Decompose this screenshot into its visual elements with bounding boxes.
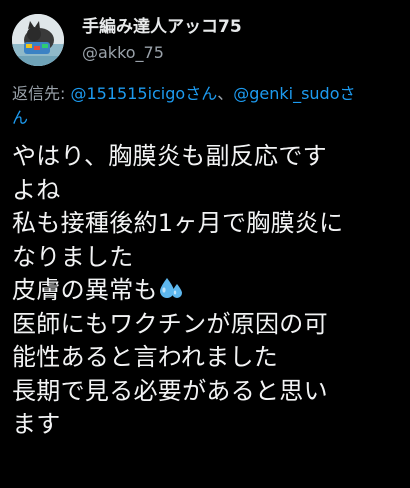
body-line-text: 皮膚の異常も	[12, 276, 158, 304]
reply-separator: 、	[217, 84, 234, 103]
tweet: 手編み達人アッコ75 @akko_75 返信先: @151515icigoさん、…	[0, 0, 410, 488]
author-names: 手編み達人アッコ75 @akko_75	[82, 16, 382, 64]
body-line: 長期で見る必要があると思い	[12, 376, 328, 405]
body-line: 私も接種後約1ヶ月で胸膜炎に	[12, 209, 344, 237]
reply-mention-151515icigo[interactable]: @151515icigoさん	[70, 84, 217, 103]
user-handle[interactable]: @akko_75	[82, 42, 382, 64]
cat-avatar-icon	[12, 14, 64, 66]
reply-prefix: 返信先:	[12, 84, 71, 103]
body-line: 医師にもワクチンが原因の可	[12, 309, 328, 338]
display-name[interactable]: 手編み達人アッコ75	[82, 16, 382, 38]
body-line: 能性あると言われました	[12, 343, 279, 371]
body-line: なりました	[12, 242, 134, 271]
sweat-droplets-icon	[158, 275, 184, 301]
reply-mention-genki-sudo-wrap[interactable]: ん	[12, 108, 28, 127]
body-line: やはり、胸膜炎も副反応です	[12, 142, 327, 170]
avatar[interactable]	[12, 14, 64, 66]
body-line: ます	[12, 410, 61, 438]
reply-to-line: 返信先: @151515icigoさん、@genki_sudoさん	[12, 82, 404, 130]
tweet-body: やはり、胸膜炎も副反応です よね 私も接種後約1ヶ月で胸膜炎に なりました 皮膚…	[12, 140, 408, 442]
body-line: よね	[12, 175, 61, 204]
reply-mention-genki-sudo[interactable]: @genki_sudoさ	[233, 84, 355, 103]
body-line-with-emoji: 皮膚の異常も	[12, 274, 408, 308]
tweet-header: 手編み達人アッコ75 @akko_75	[8, 10, 402, 68]
